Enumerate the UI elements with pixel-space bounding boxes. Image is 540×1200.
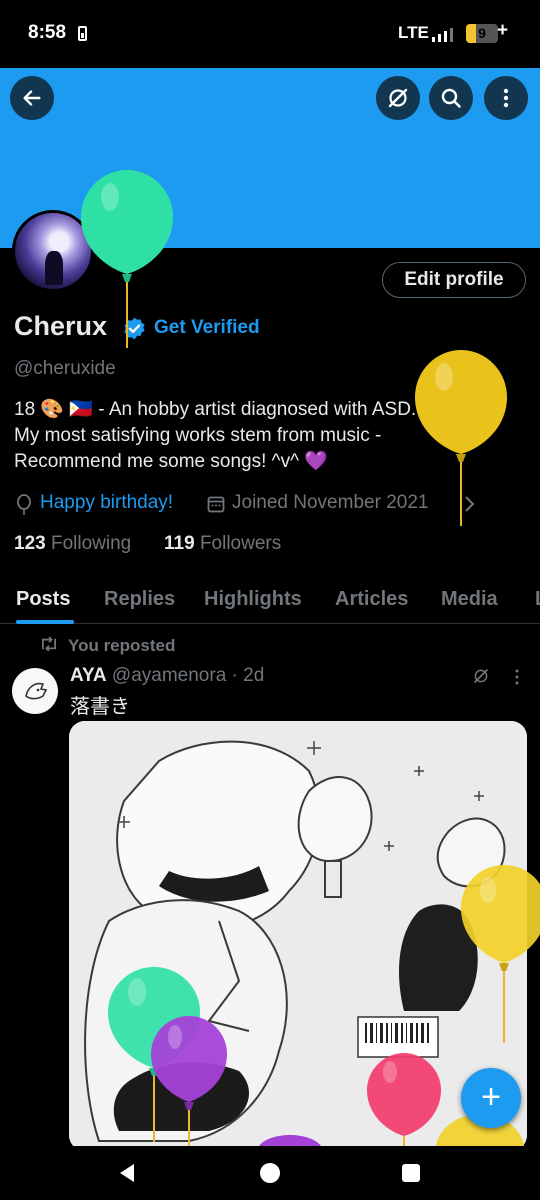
profile-tabs: Posts Replies Highlights Articles Media …: [0, 578, 540, 624]
system-nav-bar: [0, 1146, 540, 1200]
post-author-handle[interactable]: @ayamenora: [112, 665, 226, 686]
profile-handle: @cheruxide: [14, 358, 116, 379]
arrow-left-icon: [23, 90, 41, 106]
nav-home-icon[interactable]: [259, 1162, 281, 1184]
post-time: · 2d: [231, 665, 265, 686]
post-more-icon[interactable]: [510, 668, 524, 686]
back-button[interactable]: [10, 76, 54, 120]
more-vertical-icon: [503, 88, 509, 108]
battery-saver-icon: [78, 26, 87, 41]
tab-highlights[interactable]: Highlights: [204, 588, 302, 611]
joined-date: Joined November 2021: [232, 492, 429, 513]
calendar-icon: [207, 496, 225, 513]
repost-indicator: You reposted: [38, 636, 175, 656]
compose-button[interactable]: +: [461, 1068, 521, 1128]
active-tab-indicator: [16, 620, 74, 624]
nav-back-icon[interactable]: [118, 1163, 138, 1183]
nav-recents-icon[interactable]: [401, 1163, 421, 1183]
network-type: LTE: [398, 23, 429, 42]
repost-label: You reposted: [68, 636, 176, 655]
balloon-decoration: [461, 865, 540, 1043]
following-count: 123: [14, 533, 46, 554]
grok-icon: [388, 88, 408, 108]
grok-icon[interactable]: [472, 667, 490, 685]
followers-stat[interactable]: 119 Followers: [164, 533, 281, 555]
battery-level: 9: [478, 25, 486, 41]
birthday-link[interactable]: Happy birthday!: [40, 492, 173, 514]
post-author-name[interactable]: AYA: [70, 665, 107, 686]
search-icon: [441, 88, 461, 108]
charging-indicator: +: [497, 20, 509, 41]
battery-icon: 9: [466, 24, 498, 43]
status-bar: 8:58 LTE 9 +: [0, 0, 540, 68]
balloon-decoration: [151, 1016, 227, 1162]
following-stat[interactable]: 123 Following: [14, 533, 131, 555]
tab-media[interactable]: Media: [441, 588, 498, 611]
balloon-icon: [17, 494, 31, 515]
grok-button[interactable]: [376, 76, 420, 120]
balloon-decoration: [259, 1135, 321, 1146]
more-button[interactable]: [484, 76, 528, 120]
tab-posts[interactable]: Posts: [16, 588, 70, 611]
balloon-decoration: [81, 170, 173, 348]
repost-icon: [42, 637, 56, 651]
tab-likes[interactable]: L: [535, 588, 540, 611]
post-text: 落書き: [70, 694, 130, 718]
balloon-decoration: [415, 350, 507, 526]
signal-icon: [432, 26, 458, 42]
following-label: Following: [50, 533, 132, 554]
followers-label: Followers: [199, 533, 282, 554]
followers-count: 119: [164, 533, 195, 554]
tab-articles[interactable]: Articles: [335, 588, 408, 611]
status-time: 8:58: [28, 22, 67, 43]
tab-replies[interactable]: Replies: [104, 588, 175, 611]
post-author-avatar[interactable]: [12, 668, 58, 714]
post-header: AYA @ayamenora · 2d: [70, 665, 264, 687]
edit-profile-button[interactable]: Edit profile: [382, 262, 526, 298]
search-button[interactable]: [429, 76, 473, 120]
